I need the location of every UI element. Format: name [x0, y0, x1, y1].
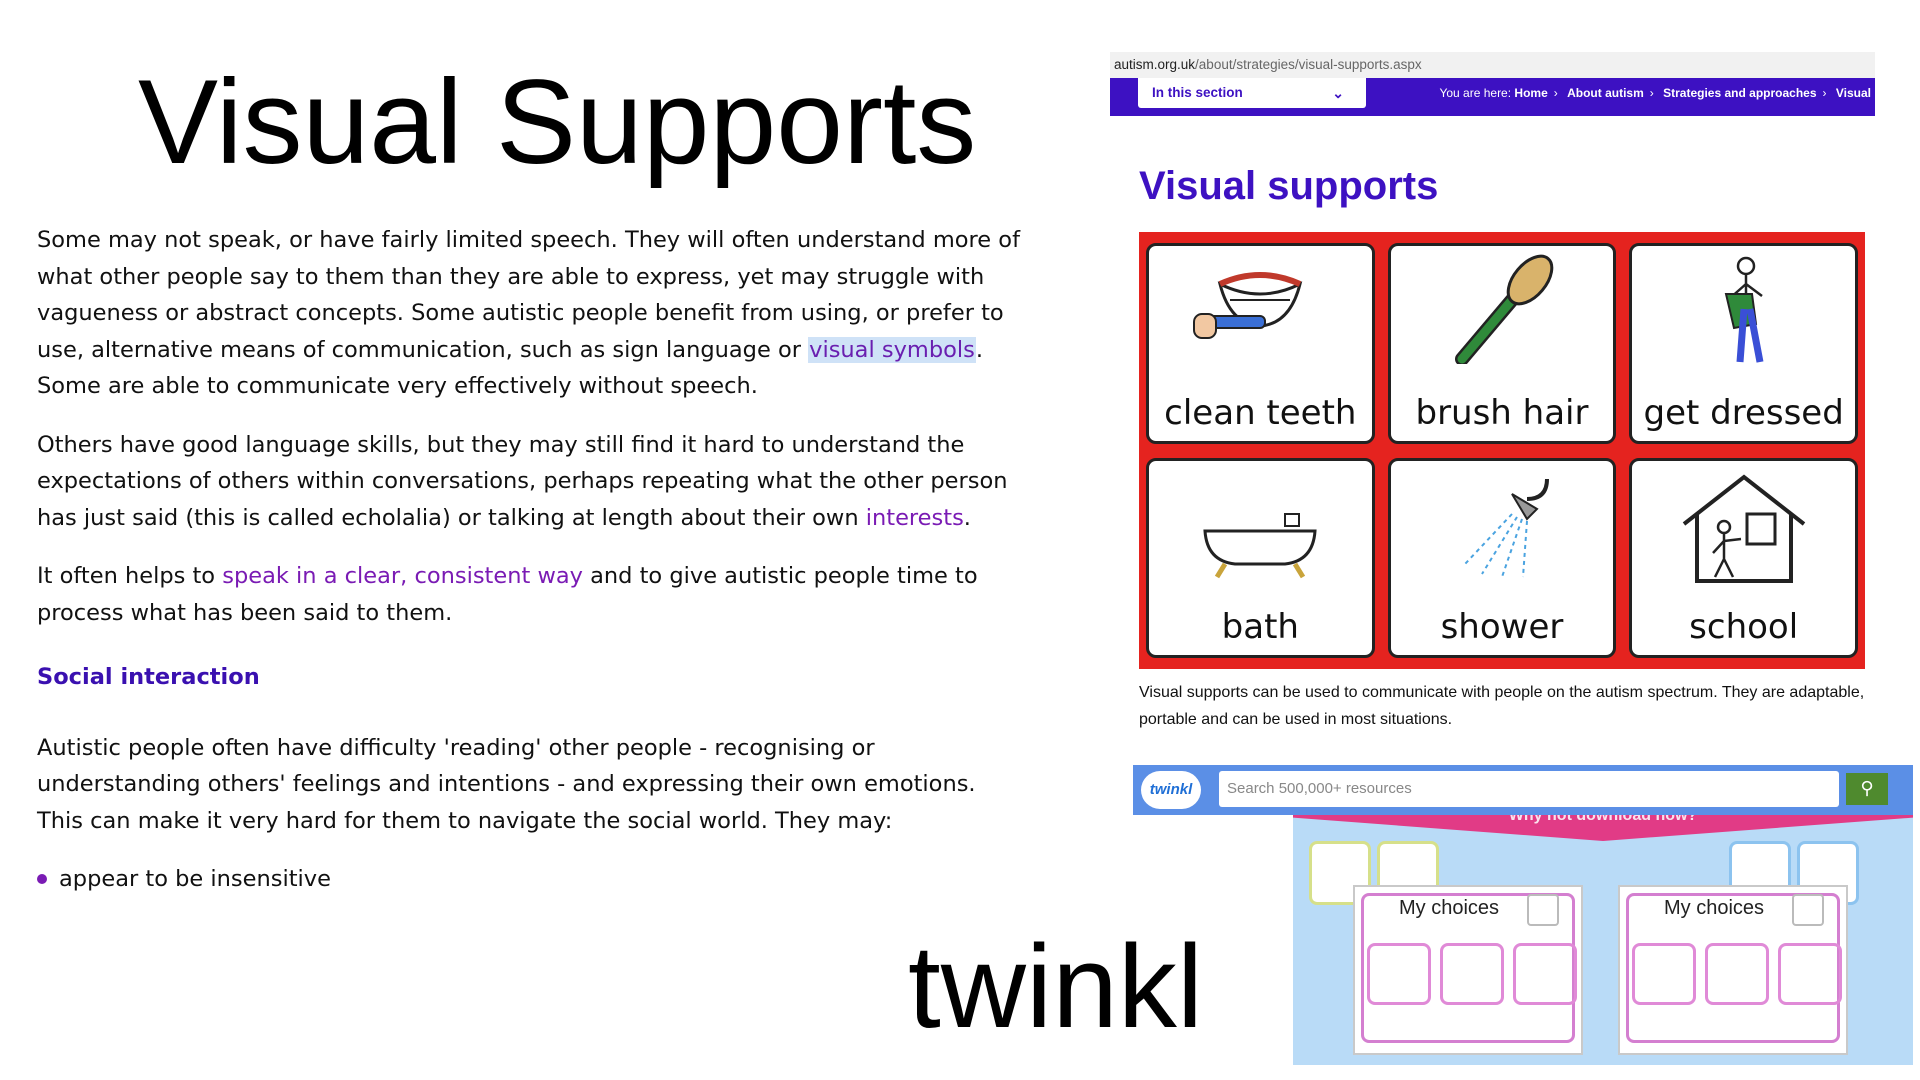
card-label: school [1689, 607, 1799, 647]
choice-box [1778, 943, 1842, 1005]
card-label: shower [1440, 607, 1564, 647]
twinkl-header: twinkl Search 500,000+ resources ⚲ [1133, 765, 1913, 815]
site-nav-bar: In this section ⌄ You are here: Home › Abo… [1110, 78, 1875, 116]
breadcrumb-about-autism[interactable]: About autism [1567, 86, 1644, 100]
symbol-card-brush-hair: brush hair [1387, 243, 1617, 444]
choice-box [1367, 943, 1431, 1005]
breadcrumb: You are here: Home › About autism › Strate… [1439, 86, 1871, 100]
shower-icon [1464, 478, 1549, 577]
visual-symbols-link[interactable]: visual symbols [808, 336, 976, 363]
symbol-card-clean-teeth: clean teeth [1146, 243, 1375, 444]
breadcrumb-strategies[interactable]: Strategies and approaches [1663, 86, 1816, 100]
person-dressing-icon [1724, 256, 1764, 363]
hairbrush-icon [1454, 254, 1554, 364]
breadcrumb-visual[interactable]: Visual [1836, 86, 1871, 100]
search-button[interactable]: ⚲ [1846, 773, 1888, 805]
card-label: brush hair [1415, 392, 1589, 433]
url-bar[interactable]: autism.org.uk/about/strategies/visual-su… [1110, 52, 1875, 78]
symbol-card-bath: bath [1146, 457, 1375, 658]
url-host: autism.org.uk [1114, 57, 1196, 72]
worksheet-title: My choices [1664, 897, 1765, 919]
worksheet-title: My choices [1399, 897, 1500, 919]
search-icon: ⚲ [1860, 778, 1874, 799]
chevron-right-icon: › [1822, 86, 1827, 100]
symbol-card-school: school [1629, 457, 1858, 658]
paragraph-1: Some may not speak, or have fairly limit… [37, 227, 1020, 399]
puzzle-icon [1792, 894, 1824, 926]
school-house-icon [1682, 473, 1805, 583]
chevron-right-icon: › [1553, 86, 1558, 100]
breadcrumb-home[interactable]: Home [1514, 86, 1547, 100]
symbol-card-shower: shower [1387, 457, 1617, 658]
speak-clearly-link[interactable]: speak in a clear, consistent way [222, 563, 583, 589]
section-dropdown[interactable]: In this section ⌄ [1138, 78, 1366, 108]
resource-preview: Why not download now? My choices My choi… [1293, 815, 1913, 1065]
symbol-card-get-dressed: get dressed [1629, 243, 1858, 444]
bullet-item: appear to be insensitive [37, 861, 1027, 898]
bullet-label: appear to be insensitive [59, 866, 331, 892]
bathtub-icon [1203, 512, 1317, 578]
chevron-down-icon: ⌄ [1332, 85, 1344, 101]
choice-box [1705, 943, 1769, 1005]
card-label: clean teeth [1164, 392, 1357, 433]
twinkl-logo[interactable]: twinkl [1141, 771, 1201, 809]
puzzle-icon [1527, 894, 1559, 926]
choice-box [1513, 943, 1577, 1005]
article-text: Some may not speak, or have fairly limit… [37, 222, 1027, 898]
card-label: bath [1221, 607, 1299, 647]
worksheet-left: My choices [1353, 885, 1583, 1055]
twinkl-site-screenshot: twinkl Search 500,000+ resources ⚲ Why n… [1133, 765, 1913, 1065]
interests-link[interactable]: interests [866, 505, 964, 531]
paragraph-3: It often helps to speak in a clear, cons… [37, 563, 978, 626]
slide-title: Visual Supports [138, 55, 977, 189]
chevron-right-icon: › [1649, 86, 1654, 100]
choice-box [1440, 943, 1504, 1005]
social-interaction-heading: Social interaction [37, 664, 260, 690]
worksheet-right: My choices [1618, 885, 1848, 1055]
card-label: get dressed [1643, 392, 1844, 433]
choice-box [1632, 943, 1696, 1005]
toothbrush-icon [1193, 272, 1303, 339]
paragraph-4: Autistic people often have difficulty 'r… [37, 734, 976, 834]
symbol-card-grid: clean teeth brush hair get dressed bath … [1139, 232, 1865, 669]
url-path: /about/strategies/visual-supports.aspx [1195, 57, 1422, 72]
image-caption: Visual supports can be used to communica… [1139, 684, 1865, 728]
bullet-dot-icon [37, 874, 47, 885]
autism-site-screenshot: autism.org.uk/about/strategies/visual-su… [1110, 52, 1875, 742]
page-heading: Visual supports [1139, 164, 1439, 208]
paragraph-2: Others have good language skills, but th… [37, 431, 1008, 531]
search-input[interactable]: Search 500,000+ resources [1219, 771, 1839, 807]
